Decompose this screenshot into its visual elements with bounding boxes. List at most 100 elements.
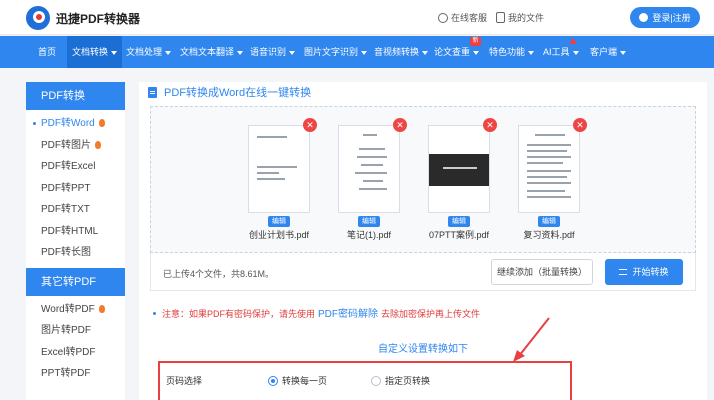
edit-button[interactable]: 编辑 [358,216,380,227]
nav-label: 特色功能 [489,47,526,57]
file-name: 复习资料.pdf [523,230,575,240]
nav-client[interactable]: 客户端 [590,36,627,68]
add-more-button[interactable]: 继续添加（批量转换） [491,259,593,285]
login-register-button[interactable]: 登录|注册 [630,7,700,28]
fire-icon [98,304,105,313]
nav-label: 客户端 [590,47,618,57]
chevron-down-icon [361,50,368,55]
sidebar-item-pdf-to-ppt[interactable]: PDF转PPT [26,178,125,200]
bullet [153,312,156,315]
hot-mark-icon [569,38,577,44]
top-header: 迅捷PDF转换器 在线客服 我的文件 登录|注册 [0,0,714,35]
chevron-down-icon [528,50,535,55]
start-convert-label: 开始转换 [632,267,669,277]
delete-file-icon[interactable]: ✕ [393,118,407,132]
page-title-text: PDF转换成Word在线一键转换 [164,87,312,99]
radio-checked-icon [268,375,278,386]
fire-icon [95,140,101,149]
sidebar-section-to-pdf: 其它转PDF [26,267,125,296]
new-badge: 新 [470,37,481,46]
login-label: 登录|注册 [652,13,691,23]
file-card: ✕ 编辑 创业计划书.pdf [237,118,321,241]
nav-label: 图片文字识别 [304,47,359,57]
page-select-label: 页码选择 [166,376,203,386]
file-thumbnail [338,125,400,213]
nav-label: 文档文本翻译 [180,47,235,57]
chevron-down-icon [473,50,480,55]
sidebar-item-image-to-pdf[interactable]: 图片转PDF [26,320,125,342]
nav-home[interactable]: 首页 [38,36,56,68]
sidebar-item-pdf-to-image[interactable]: PDF转图片 [26,135,125,157]
sidebar-section-pdf-convert: PDF转换 [26,82,125,110]
sidebar-item-excel-to-pdf[interactable]: Excel转PDF [26,342,125,364]
sidebar-item-pdf-to-html[interactable]: PDF转HTML [26,221,125,243]
main-panel: PDF转换成Word在线一键转换 ✕ 编辑 创业计划书.pdf ✕ 编辑 笔记(… [139,82,707,400]
nav-doc-convert[interactable]: 文档转换 [67,36,123,68]
radio-label: 指定页转换 [385,376,431,386]
file-name: 笔记(1).pdf [346,230,391,240]
delete-file-icon[interactable]: ✕ [303,118,317,132]
file-icon [496,12,505,23]
upload-count: 已上传4个文件，共8.61M。 [163,269,275,279]
nav-av-convert[interactable]: 音视频转换 [374,36,429,68]
sidebar-item-pdf-to-long-image[interactable]: PDF转长图 [26,242,125,264]
convert-icon [619,269,628,275]
sidebar-item-label: Word转PDF [41,303,95,315]
nav-label: 文档转换 [72,47,109,57]
nav-label: 语音识别 [250,47,287,57]
sidebar-item-pdf-to-word[interactable]: PDF转Word [26,113,125,135]
chevron-down-icon [237,50,244,55]
custom-settings-title: 自定义设置转换如下 [378,344,468,355]
file-name: 07PTT案例.pdf [428,230,490,240]
nav-features[interactable]: 特色功能 [489,36,535,68]
sidebar-item-ppt-to-pdf[interactable]: PPT转PDF [26,363,125,385]
main-nav: 首页 文档转换 文档处理 文档文本翻译 语音识别 图片文字识别 音视频转换 论文… [0,36,714,68]
my-files-label: 我的文件 [508,13,545,23]
sidebar-item-label: PDF转图片 [41,139,91,151]
edit-button[interactable]: 编辑 [448,216,470,227]
logo[interactable]: 迅捷PDF转换器 [26,6,140,30]
nav-label: 音视频转换 [374,47,420,57]
logo-text: 迅捷PDF转换器 [56,11,141,26]
radio-specific-pages[interactable]: 指定页转换 [371,374,430,387]
nav-doc-process[interactable]: 文档处理 [126,36,172,68]
radio-convert-all-pages[interactable]: 转换每一页 [268,374,327,387]
sidebar: PDF转换 PDF转Word PDF转图片 PDF转Excel PDF转PPT … [26,82,125,400]
nav-translate[interactable]: 文档文本翻译 [180,36,244,68]
my-files-link[interactable]: 我的文件 [496,11,544,24]
sidebar-item-word-to-pdf[interactable]: Word转PDF [26,299,125,321]
chevron-down-icon [620,50,627,55]
radio-label: 转换每一页 [282,376,328,386]
upload-status-bar: 已上传4个文件，共8.61M。 继续添加（批量转换） 开始转换 [150,253,696,291]
edit-button[interactable]: 编辑 [268,216,290,227]
notice-text: 注意：如果PDF有密码保护，请先使用 [162,309,316,319]
sidebar-item-pdf-to-excel[interactable]: PDF转Excel [26,156,125,178]
edit-button[interactable]: 编辑 [538,216,560,227]
nav-ocr[interactable]: 图片文字识别 [304,36,368,68]
chevron-down-icon [422,50,429,55]
headset-icon [438,12,448,23]
upload-area[interactable]: ✕ 编辑 创业计划书.pdf ✕ 编辑 笔记(1).pdf ✕ 编辑 07PTT… [150,106,696,253]
start-convert-button[interactable]: 开始转换 [605,259,683,285]
nav-label: 文档处理 [126,47,163,57]
online-service-link[interactable]: 在线客服 [438,11,487,24]
delete-file-icon[interactable]: ✕ [573,118,587,132]
file-card: ✕ 编辑 07PTT案例.pdf [417,118,501,241]
file-thumbnail [518,125,580,213]
sidebar-item-pdf-to-txt[interactable]: PDF转TXT [26,199,125,221]
nav-speech[interactable]: 语音识别 [250,36,296,68]
chevron-down-icon [572,50,579,55]
radio-unchecked-icon [371,375,381,386]
chevron-down-icon [289,50,296,55]
file-name: 创业计划书.pdf [248,230,309,240]
logo-icon [26,6,50,30]
chevron-down-icon [111,50,118,55]
online-service-label: 在线客服 [451,13,488,23]
password-notice: 注意：如果PDF有密码保护，请先使用 PDF密码解除 去除加密保护再上传文件 [153,305,480,320]
file-thumbnail [428,125,490,213]
nav-label: AI工具 [543,47,570,57]
delete-file-icon[interactable]: ✕ [483,118,497,132]
pdf-unlock-link[interactable]: PDF密码解除 [318,309,378,320]
settings-panel: 页码选择 转换每一页 指定页转换 [158,361,572,400]
sidebar-item-label: PDF转Word [41,118,95,129]
